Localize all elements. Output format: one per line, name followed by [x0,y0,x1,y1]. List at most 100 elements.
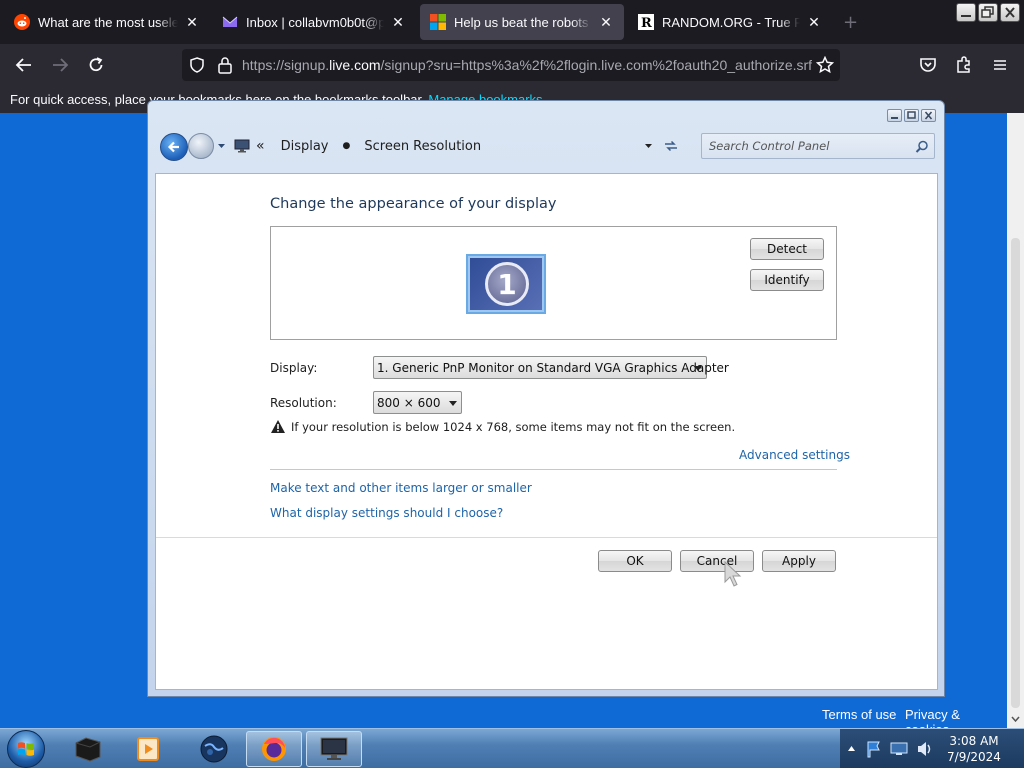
resolution-select[interactable]: 800 × 600 [373,391,462,414]
breadcrumb-separator[interactable]: « [256,138,265,154]
taskbar-item-globe[interactable] [186,731,242,767]
warning-icon [271,420,285,433]
terminal-box-icon [75,737,101,762]
close-tab-icon[interactable]: ✕ [390,14,406,31]
advanced-settings-link[interactable]: Advanced settings [739,448,850,462]
arrow-left-icon [15,58,31,72]
tab-random-org[interactable]: R RANDOM.ORG - True Rando ✕ [628,4,832,40]
monitor-1-thumbnail[interactable]: 1 [466,254,546,314]
make-text-larger-link[interactable]: Make text and other items larger or smal… [270,481,532,495]
display-select[interactable]: 1. Generic PnP Monitor on Standard VGA G… [373,356,729,379]
divider [270,469,837,470]
scroll-down-arrow-icon[interactable] [1011,716,1020,723]
start-button[interactable] [7,730,45,768]
resolution-select-value: 800 × 600 [377,396,441,410]
close-tab-icon[interactable]: ✕ [184,14,200,31]
security-flag-icon[interactable] [866,740,882,758]
globe-icon [200,735,228,763]
media-player-icon [137,737,159,761]
display-settings-help-link[interactable]: What display settings should I choose? [270,506,503,520]
tab-title: RANDOM.ORG - True Rando [662,14,800,30]
screen-resolution-panel: Change the appearance of your display 1 … [155,173,938,690]
url-text[interactable]: https://signup.live.com/signup?sru=https… [242,57,812,73]
chevron-down-icon [694,366,702,371]
close-tab-icon[interactable]: ✕ [598,14,614,31]
taskbar-item-firefox[interactable] [246,731,302,767]
search-placeholder: Search Control Panel [709,139,830,153]
new-tab-button[interactable]: + [843,12,858,33]
identify-button[interactable]: Identify [750,269,824,291]
tab-title: Help us beat the robots [454,14,589,30]
close-tab-icon[interactable]: ✕ [806,14,822,31]
cp-back-button[interactable] [160,133,188,161]
maximize-icon [907,111,916,119]
terms-of-use-link[interactable]: Terms of use [822,707,896,722]
show-hidden-icons-arrow-icon[interactable] [847,745,856,752]
tab-title: What are the most useless / [38,14,178,30]
back-button[interactable] [12,53,36,77]
tab-inbox[interactable]: Inbox | collabvm0b0t@proto ✕ [212,4,416,40]
url-domain: live.com [329,57,381,73]
cp-forward-button[interactable] [188,133,214,159]
scrollbar-thumb[interactable] [1011,238,1020,708]
extensions-button[interactable] [952,53,976,77]
breadcrumb-display[interactable]: Display [281,139,329,154]
screen-resolution-window: « Display ● Screen Resolution Search Con… [147,100,945,697]
forward-button[interactable] [48,53,72,77]
resolution-label: Resolution: [270,396,337,410]
shield-icon[interactable] [189,57,205,73]
reddit-icon [14,14,30,30]
close-icon [924,111,933,120]
reload-icon [89,57,103,72]
clock-time: 3:08 AM [949,734,999,748]
search-control-panel-input[interactable]: Search Control Panel [701,133,935,159]
tab-reddit[interactable]: What are the most useless / ✕ [4,4,210,40]
close-window-button[interactable] [1000,3,1020,22]
monitor-icon [320,737,348,760]
network-icon[interactable] [890,741,908,756]
breadcrumb-arrow-icon[interactable]: ● [343,141,351,151]
pocket-button[interactable] [916,53,940,77]
display-label: Display: [270,361,318,375]
mouse-cursor-icon [724,560,742,587]
page-scrollbar[interactable] [1007,113,1024,728]
lock-icon[interactable] [217,56,233,74]
arrow-right-icon [53,58,69,72]
cp-minimize-button[interactable] [887,109,902,122]
display-select-value: 1. Generic PnP Monitor on Standard VGA G… [377,361,729,375]
svg-text:R: R [641,16,652,30]
cp-maximize-button[interactable] [904,109,919,122]
chevron-down-icon [449,401,457,406]
puzzle-piece-icon [957,56,970,73]
recent-pages-chevron-icon[interactable] [217,143,226,149]
microsoft-icon [430,14,446,30]
taskbar-item-terminal[interactable] [60,731,116,767]
cp-close-button[interactable] [921,109,936,122]
reload-button[interactable] [84,53,108,77]
proton-mail-icon [222,16,238,27]
apply-button[interactable]: Apply [762,550,836,572]
url-path: /signup?sru=https%3a%2f%2flogin.live.com… [380,57,812,73]
minimize-window-button[interactable] [956,3,976,22]
display-control-panel-icon [234,139,250,153]
browser-tab-bar: What are the most useless / ✕ Inbox | co… [0,0,1024,44]
hamburger-menu-icon [994,60,1006,70]
firefox-icon [262,737,286,761]
ok-button[interactable]: OK [598,550,672,572]
detect-button[interactable]: Detect [750,238,824,260]
breadcrumb-screen-resolution[interactable]: Screen Resolution [364,139,481,154]
refresh-icon[interactable] [663,139,679,153]
clock-date: 7/9/2024 [947,750,1001,764]
taskbar-clock[interactable]: 3:08 AM 7/9/2024 [930,733,1018,765]
menu-button[interactable] [988,53,1012,77]
taskbar-item-media-player[interactable] [120,731,176,767]
tab-help-us-beat-robots[interactable]: Help us beat the robots ✕ [420,4,624,40]
search-icon[interactable] [915,140,929,154]
page-footer: Terms of use Privacy & cookies [0,700,1007,737]
restore-window-button[interactable] [978,3,998,22]
taskbar-item-display-settings[interactable] [306,731,362,767]
bookmark-star-icon[interactable] [816,56,834,74]
url-bar[interactable]: https://signup.live.com/signup?sru=https… [182,49,840,81]
url-prefix: https://signup. [242,57,330,73]
address-dropdown-icon[interactable] [644,143,653,149]
